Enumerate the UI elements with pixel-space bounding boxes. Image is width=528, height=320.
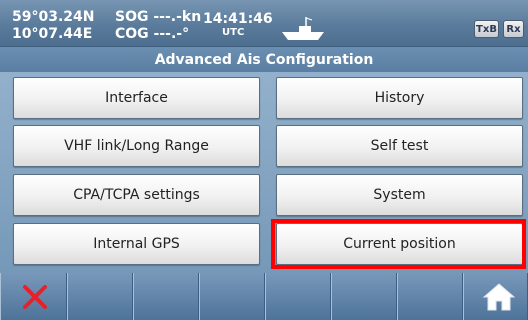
latitude-readout: 59°03.24N (12, 9, 95, 25)
txb-indicator: TxB (474, 20, 499, 38)
toolbar-slot-6[interactable] (331, 273, 397, 320)
status-bar: 59°03.24N 10°07.44E SOG ---.-kn COG ---.… (0, 0, 528, 47)
time-readout: 14:41:46 (203, 11, 273, 27)
rx-indicator: Rx (503, 20, 524, 38)
longitude-readout: 10°07.44E (12, 26, 93, 42)
timezone-label: UTC (222, 27, 245, 38)
bottom-toolbar (0, 273, 528, 320)
interface-button[interactable]: Interface (13, 77, 260, 119)
toolbar-home-cell[interactable] (463, 273, 528, 320)
toolbar-close-cell[interactable] (0, 273, 67, 320)
sog-readout: SOG ---.-kn (115, 9, 202, 25)
ais-screen: 59°03.24N 10°07.44E SOG ---.-kn COG ---.… (0, 0, 528, 320)
toolbar-slot-4[interactable] (199, 273, 265, 320)
toolbar-slot-5[interactable] (265, 273, 331, 320)
history-button[interactable]: History (276, 77, 523, 119)
close-icon[interactable] (21, 283, 49, 311)
current-position-button[interactable]: Current position (276, 223, 523, 265)
toolbar-slot-2[interactable] (67, 273, 133, 320)
cog-readout: COG ---.-° (115, 26, 190, 42)
toolbar-slot-7[interactable] (397, 273, 463, 320)
page-title: Advanced Ais Configuration (0, 47, 528, 72)
home-icon[interactable] (482, 282, 516, 312)
vhf-link-long-range-button[interactable]: VHF link/Long Range (13, 125, 260, 167)
ship-icon (282, 17, 324, 40)
toolbar-slot-3[interactable] (133, 273, 199, 320)
cpa-tcpa-settings-button[interactable]: CPA/TCPA settings (13, 174, 260, 216)
internal-gps-button[interactable]: Internal GPS (13, 223, 260, 265)
system-button[interactable]: System (276, 174, 523, 216)
self-test-button[interactable]: Self test (276, 125, 523, 167)
